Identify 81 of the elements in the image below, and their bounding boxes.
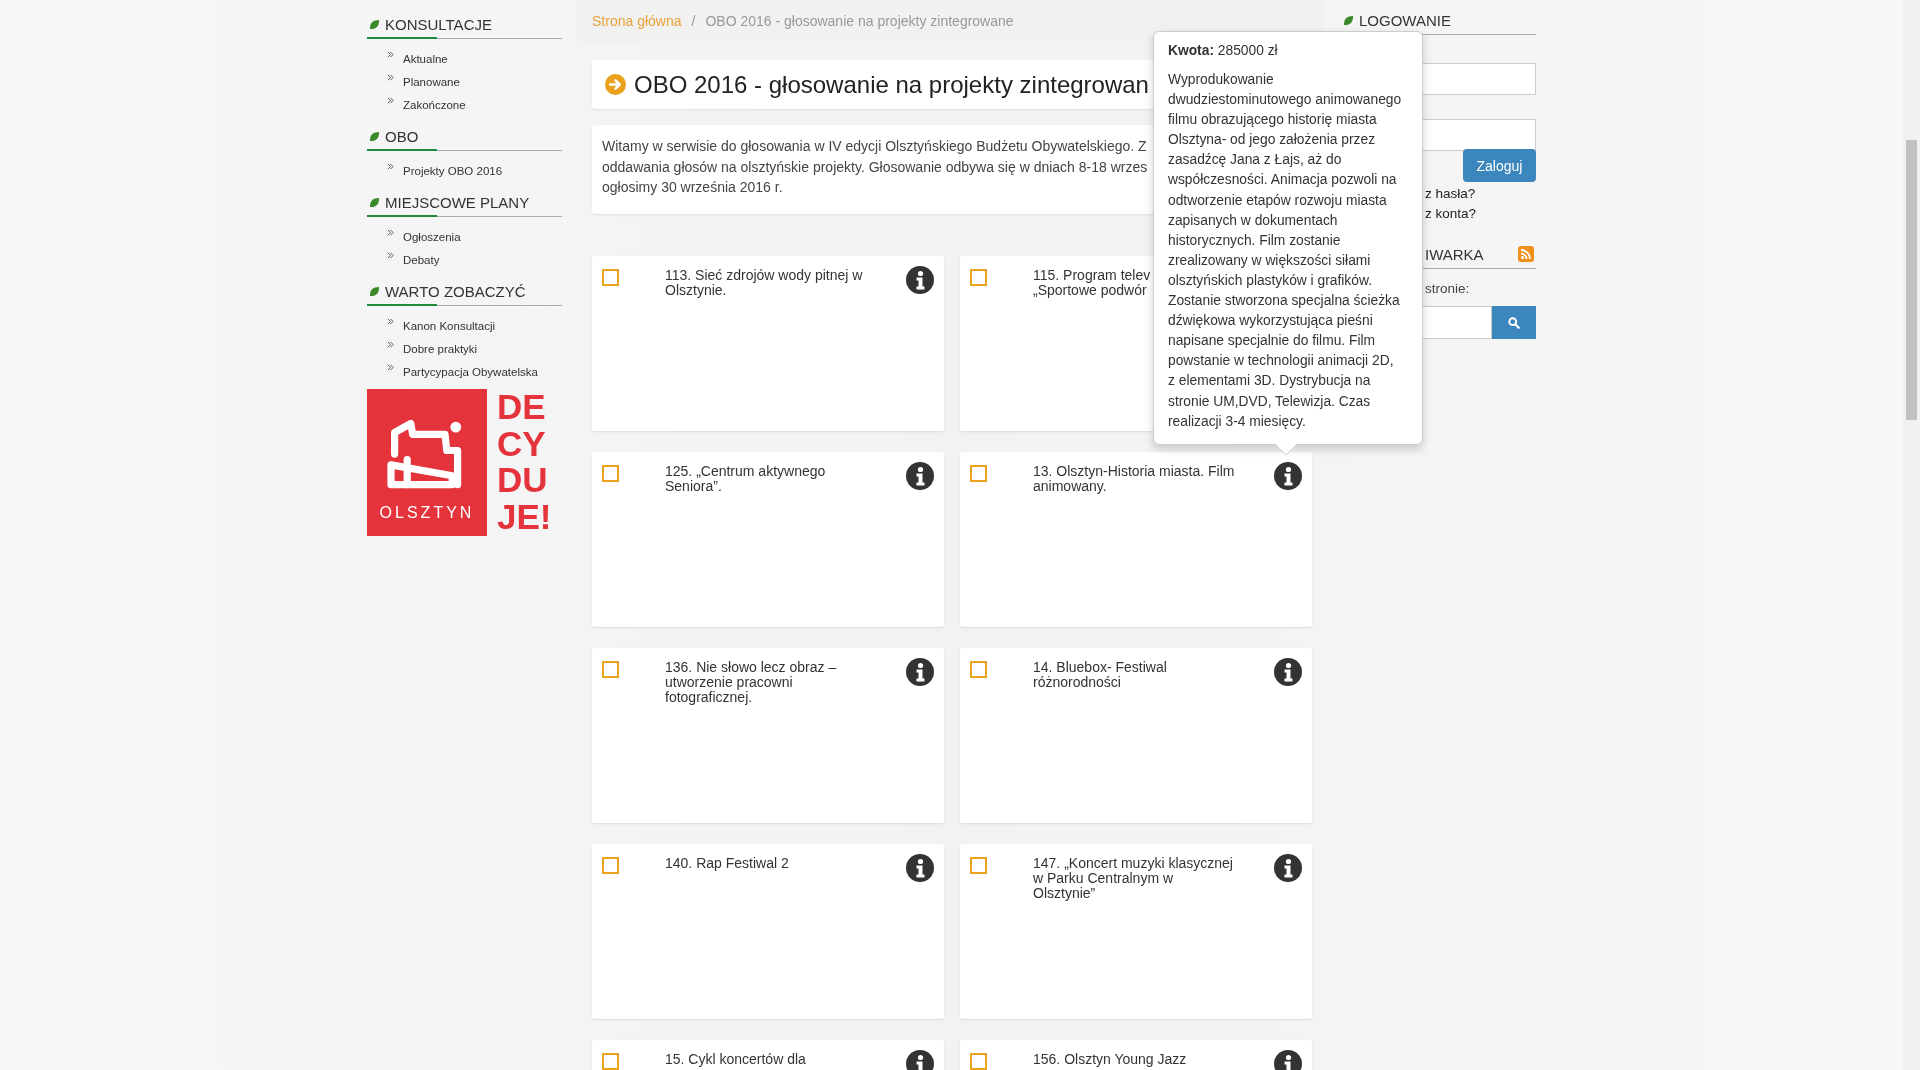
leaf-icon	[369, 130, 380, 142]
login-button[interactable]: Zaloguj	[1463, 149, 1536, 182]
sidebar-link[interactable]: Projekty OBO 2016	[387, 159, 562, 182]
scrollbar-thumb[interactable]	[1906, 140, 1917, 420]
project-title: 14. Bluebox- Festiwal różnorodności	[1033, 659, 1168, 690]
double-chevron-icon	[387, 163, 394, 170]
section-heading: WARTO ZOBACZYĆ	[385, 282, 526, 300]
sidebar-link[interactable]: Zakończone	[387, 93, 562, 116]
sidebar-link[interactable]: Planowane	[387, 70, 562, 93]
leaf-icon	[369, 18, 380, 30]
project-title: 115. Program telev „Sportowe podwór	[1033, 267, 1151, 298]
section-heading: MIEJSCOWE PLANY	[385, 193, 530, 211]
project-checkbox[interactable]	[970, 464, 987, 482]
info-icon[interactable]	[906, 461, 934, 490]
info-icon[interactable]	[906, 265, 934, 294]
section-heading: KONSULTACJE	[385, 15, 492, 33]
arrow-circle-icon	[605, 74, 626, 95]
double-chevron-icon	[387, 74, 394, 81]
project-checkbox[interactable]	[602, 268, 619, 286]
account-link[interactable]: z konta?	[1425, 204, 1477, 224]
project-title: 13. Olsztyn-Historia miasta. Film animowany.	[1033, 463, 1236, 494]
intro-text-line: oddawania głosów na olsztyńskie projekty. Głosowanie odbywa się w dniach 8-18 wrzes	[602, 157, 1148, 177]
double-chevron-icon	[387, 51, 394, 58]
leaf-icon	[1343, 14, 1354, 26]
sidebar-link[interactable]: Kanon Konsultacji	[387, 314, 562, 337]
project-checkbox[interactable]	[970, 660, 987, 678]
section-heading: LOGOWANIE	[1359, 11, 1451, 29]
project-title: 156. Olsztyn Young Jazz	[1033, 1051, 1187, 1067]
project-checkbox[interactable]	[602, 464, 619, 482]
breadcrumb-current: OBO 2016 - głosowanie na projekty zintegrowane	[705, 13, 1014, 29]
info-icon[interactable]	[1274, 1049, 1302, 1070]
search-button[interactable]	[1492, 306, 1536, 339]
sidebar-link[interactable]: Partycypacja Obywatelska	[387, 360, 562, 383]
sidebar-link[interactable]: Ogłoszenia	[387, 225, 562, 248]
project-title: 136. Nie słowo lecz obraz – utworzenie pracowni fotograficznej.	[665, 659, 838, 705]
scrollbar[interactable]	[1903, 0, 1920, 1070]
project-title: 113. Sieć zdrojów wody pitnej w Olsztynie.	[665, 267, 864, 298]
info-icon[interactable]	[1274, 853, 1302, 882]
project-checkbox[interactable]	[970, 1052, 987, 1070]
info-icon[interactable]	[906, 657, 934, 686]
info-icon[interactable]	[1274, 657, 1302, 686]
project-description: Wyprodukowanie dwudziestominutowego animowanego filmu obrazującego historię miasta Olsztyna- od jego założenia przez zasadźcę Jana z Łajs, aż do współczesności. Animacja pozwoli na odtworzenie etapów rozwoju miasta zapisanych w dokumentach historycznych. Film zostanie zrealizowany w większości siłami olsztyńskich plastyków i grafików. Zostanie stworzona specjalna ścieżka dźwiękowa wykorzystująca pieśni napisane specjalnie do filmu. Film powstanie w technologii animacji 2D, z elementami 3D. Dystrybucja na stronie UM,DVD, Telewizja. Czas realizacji 3-4 miesięcy.	[1168, 71, 1403, 431]
project-checkbox[interactable]	[970, 856, 987, 874]
sidebar-link[interactable]: Dobre praktyki	[387, 337, 562, 360]
project-checkbox[interactable]	[602, 660, 619, 678]
search-label: stronie:	[1425, 281, 1470, 296]
double-chevron-icon	[387, 252, 394, 259]
project-title: 140. Rap Festiwal 2	[665, 855, 789, 871]
project-checkbox[interactable]	[970, 268, 987, 286]
amount-text: Kwota: 285000 zł	[1168, 42, 1279, 60]
double-chevron-icon	[387, 318, 394, 325]
search-icon	[1508, 316, 1520, 329]
project-checkbox[interactable]	[602, 1052, 619, 1070]
leaf-icon	[369, 196, 380, 208]
rss-icon[interactable]	[1518, 246, 1534, 262]
project-checkbox[interactable]	[602, 856, 619, 874]
breadcrumb-separator: /	[691, 13, 696, 29]
intro-text-line: ogłosimy 30 września 2016 r.	[602, 178, 783, 197]
slogan-text: DU	[497, 462, 549, 499]
project-title: 125. „Centrum aktywnego Seniora”.	[665, 463, 827, 494]
slogan-text: DE	[497, 389, 547, 426]
section-heading: IWARKA	[1425, 245, 1484, 263]
slogan-text: CY	[497, 425, 547, 462]
sidebar-link[interactable]: Aktualne	[387, 47, 562, 70]
slogan-text: JE!	[497, 498, 552, 535]
project-title: 15. Cykl koncertów dla	[665, 1051, 806, 1067]
intro-text-line: Witamy w serwisie do głosowania w IV edycji Olsztyńskiego Budżetu Obywatelskiego. Z	[602, 137, 1147, 156]
info-icon[interactable]	[906, 853, 934, 882]
leaf-icon	[369, 285, 380, 297]
info-icon[interactable]	[1274, 461, 1302, 490]
double-chevron-icon	[387, 341, 394, 348]
account-link[interactable]: z hasła?	[1425, 184, 1476, 204]
double-chevron-icon	[387, 364, 394, 371]
double-chevron-icon	[387, 97, 394, 104]
double-chevron-icon	[387, 229, 394, 236]
section-heading: OBO	[385, 127, 419, 145]
info-icon[interactable]	[906, 1049, 934, 1070]
logo-city-text: OLSZTYN	[379, 504, 475, 522]
page-title: OBO 2016 - głosowanie na projekty zintegrowan	[634, 70, 1149, 99]
project-title: 147. „Koncert muzyki klasycznej w Parku Centralnym w Olsztynie”	[1033, 855, 1234, 901]
sidebar-link[interactable]: Debaty	[387, 248, 562, 271]
